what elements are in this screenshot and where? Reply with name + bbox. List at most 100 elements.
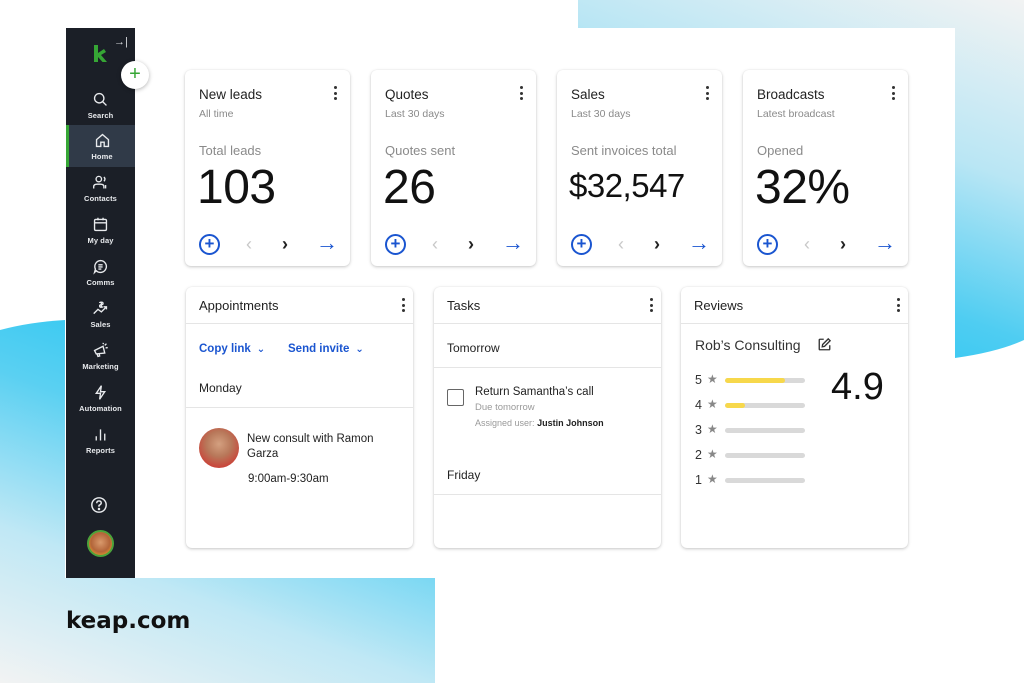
sidebar-item-contacts[interactable]: Contacts [66, 167, 135, 209]
rating-bar-track [725, 378, 805, 383]
kpi-card-new-leads: New leads All time Total leads 103 + ‹ ›… [185, 70, 350, 266]
metric-label: Opened [757, 143, 804, 158]
add-circle-icon[interactable]: + [385, 234, 406, 255]
sidebar-item-marketing[interactable]: Marketing [66, 335, 135, 377]
star-count: 3 [695, 423, 702, 437]
arrow-right-icon[interactable]: → [502, 232, 524, 254]
lightning-icon [94, 384, 107, 400]
send-invite-button[interactable]: Send invite ⌄ [288, 343, 364, 355]
card-title: Appointments [199, 298, 279, 313]
user-avatar[interactable] [87, 530, 114, 557]
metric-label: Total leads [199, 143, 262, 158]
rating-bar-fill [725, 403, 745, 408]
chevron-left-icon[interactable]: ‹ [432, 234, 438, 254]
appointments-card: Appointments Copy link ⌄ Send invite ⌄ Mon… [186, 287, 413, 548]
card-title: Broadcasts [757, 87, 825, 102]
chevron-left-icon[interactable]: ‹ [246, 234, 252, 254]
day-heading: Tomorrow [447, 341, 500, 355]
rating-bar-track [725, 428, 805, 433]
chevron-right-icon[interactable]: › [840, 234, 846, 254]
card-subtitle: Last 30 days [571, 108, 631, 120]
sidebar-item-label: Search [87, 110, 114, 120]
task-checkbox[interactable] [447, 389, 464, 406]
keap-logo[interactable] [92, 44, 108, 69]
task-due: Due tomorrow [475, 402, 535, 413]
task-assigned: Assigned user: Justin Johnson [475, 418, 604, 428]
sidebar-item-label: Home [91, 151, 113, 161]
more-options-icon[interactable] [897, 298, 901, 314]
chevron-left-icon[interactable]: ‹ [618, 234, 624, 254]
chevron-right-icon[interactable]: › [282, 234, 288, 254]
sidebar-item-sales[interactable]: Sales [66, 293, 135, 335]
more-options-icon[interactable] [402, 298, 406, 314]
star-icon: ★ [707, 422, 718, 436]
sidebar-item-comms[interactable]: Comms [66, 251, 135, 293]
sidebar-item-reports[interactable]: Reports [66, 419, 135, 461]
sidebar-item-label: Automation [79, 403, 122, 413]
contact-avatar [199, 428, 239, 468]
card-subtitle: All time [199, 108, 234, 120]
add-circle-icon[interactable]: + [757, 234, 778, 255]
sidebar-item-label: Sales [90, 319, 111, 329]
card-title: Reviews [694, 298, 744, 313]
quick-add-button[interactable]: + [121, 61, 149, 89]
more-options-icon[interactable] [520, 86, 524, 102]
add-circle-icon[interactable]: + [199, 234, 220, 255]
chevron-right-icon[interactable]: › [654, 234, 660, 254]
rating-bar-track [725, 453, 805, 458]
edit-icon[interactable] [817, 337, 832, 357]
star-count: 1 [695, 473, 702, 487]
rating-bar-track [725, 478, 805, 483]
sidebar-item-automation[interactable]: Automation [66, 377, 135, 419]
card-actions: + ‹ › → [571, 232, 710, 256]
sidebar-item-home[interactable]: Home [66, 125, 135, 167]
add-circle-icon[interactable]: + [571, 234, 592, 255]
rating-row: 3 ★ [695, 422, 815, 437]
collapse-right-icon[interactable]: →| [114, 36, 128, 48]
sidebar-item-my-day[interactable]: My day [66, 209, 135, 251]
megaphone-icon [93, 342, 108, 357]
sidebar-item-label: Contacts [84, 193, 117, 203]
send-invite-label: Send invite [288, 343, 350, 355]
appointment-time: 9:00am-9:30am [248, 473, 329, 485]
card-actions: + ‹ › → [199, 232, 338, 256]
sidebar-item-search[interactable]: Search [66, 84, 135, 126]
arrow-right-icon[interactable]: → [688, 232, 710, 254]
chevron-right-icon[interactable]: › [468, 234, 474, 254]
sidebar-item-label: Reports [85, 445, 116, 455]
chevron-down-icon: ⌄ [256, 344, 266, 355]
chevron-down-icon: ⌄ [355, 344, 364, 355]
kpi-card-quotes: Quotes Last 30 days Quotes sent 26 + ‹ ›… [371, 70, 536, 266]
assigned-user: Justin Johnson [537, 418, 604, 428]
card-title: New leads [199, 87, 263, 102]
star-count: 2 [695, 448, 702, 462]
appointment-title[interactable]: New consult with Ramon Garza [247, 432, 397, 462]
chevron-left-icon[interactable]: ‹ [804, 234, 810, 254]
copy-link-button[interactable]: Copy link ⌄ [199, 343, 265, 355]
arrow-right-icon[interactable]: → [316, 232, 338, 254]
star-count: 4 [695, 398, 702, 412]
rating-bar-fill [725, 378, 785, 383]
metric-label: Sent invoices total [571, 143, 677, 158]
card-header: Reviews [681, 287, 908, 324]
reviews-card: Reviews Rob’s Consulting 5 ★ 4 ★ 3 ★ 2 ★ 1 ★ 4.9 [681, 287, 908, 548]
day-heading: Monday [199, 381, 242, 395]
more-options-icon[interactable] [706, 86, 710, 102]
chat-icon [93, 259, 108, 275]
more-options-icon[interactable] [334, 86, 338, 102]
task-title[interactable]: Return Samantha’s call [475, 386, 594, 398]
more-options-icon[interactable] [892, 86, 896, 102]
card-actions: + ‹ › → [757, 232, 896, 256]
divider [434, 367, 661, 368]
card-header: Appointments [186, 287, 413, 324]
sidebar: →| + Search Home Contacts My day Comms S… [66, 28, 149, 578]
business-name: Rob’s Consulting [695, 337, 801, 353]
more-options-icon[interactable] [650, 298, 654, 314]
help-icon[interactable] [90, 496, 108, 519]
sales-icon [93, 300, 108, 314]
sidebar-item-label: My day [87, 235, 114, 245]
metric-value: $32,547 [569, 167, 685, 204]
calendar-icon [93, 217, 108, 231]
sidebar-item-label: Comms [86, 277, 115, 287]
arrow-right-icon[interactable]: → [874, 232, 896, 254]
